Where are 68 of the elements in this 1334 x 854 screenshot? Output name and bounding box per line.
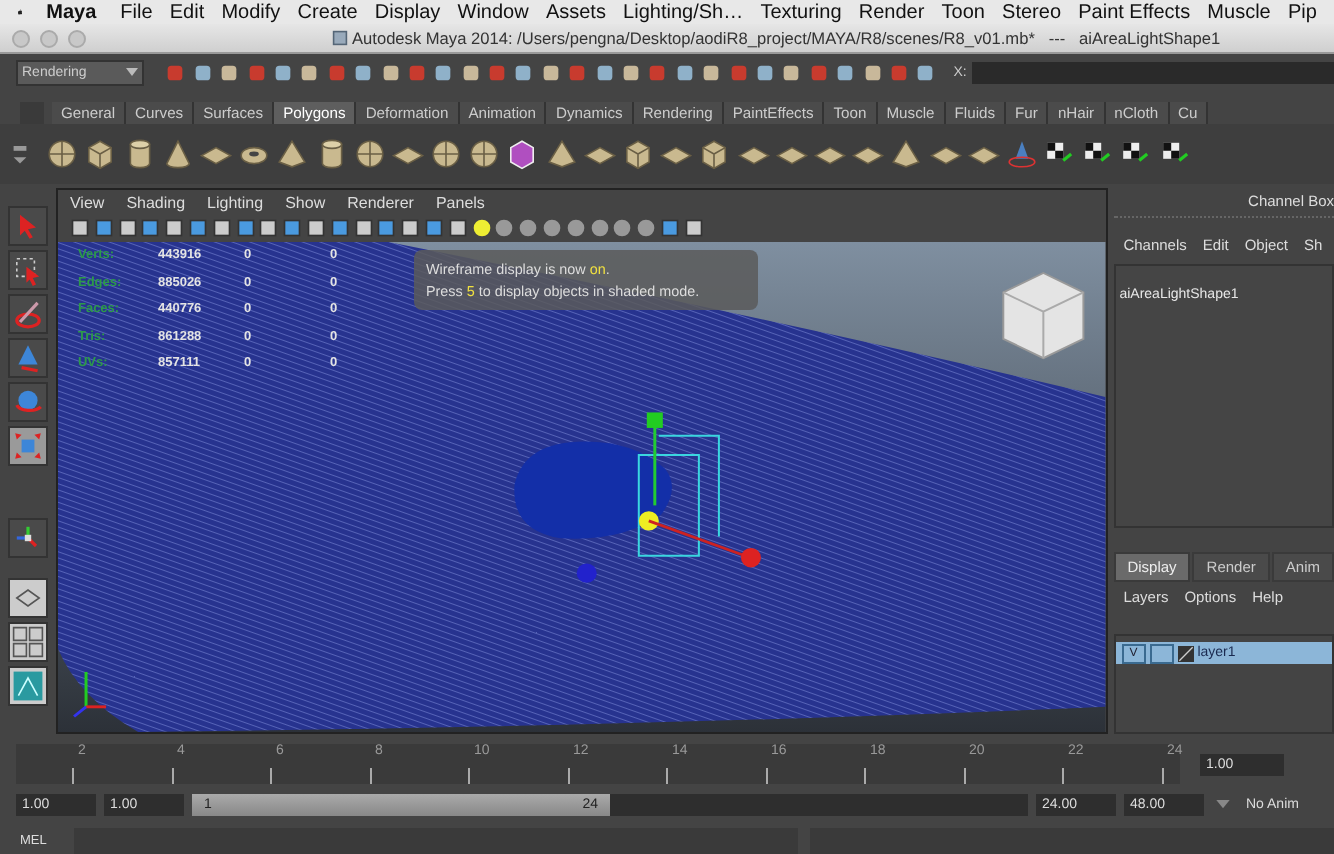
sphere-icon[interactable] (636, 218, 657, 238)
menu-item[interactable]: Toon (941, 1, 985, 23)
scale-tool-button[interactable] (7, 426, 48, 466)
panel-menu[interactable]: Lighting (207, 193, 264, 211)
caret-icon[interactable] (1216, 799, 1230, 809)
app-menu[interactable]: Maya (46, 1, 97, 23)
manipulator-tool-button[interactable] (7, 518, 48, 558)
panel-menu[interactable]: View (69, 193, 105, 211)
pyramid-icon[interactable] (276, 138, 309, 170)
paint-tool-button[interactable] (7, 294, 48, 334)
sphere-icon[interactable] (353, 138, 386, 170)
view-cube[interactable] (1002, 271, 1085, 360)
layout-button[interactable] (7, 578, 48, 618)
sphere-icon[interactable] (46, 138, 79, 170)
cube-icon[interactable] (622, 138, 654, 170)
panel-menu[interactable]: Renderer (347, 193, 414, 211)
pyramid-icon[interactable] (890, 138, 923, 170)
rotate-tool-button[interactable] (7, 382, 48, 422)
menu-item[interactable]: Stereo (1002, 1, 1062, 23)
move-tool-button[interactable] (7, 338, 48, 378)
document-icon (332, 30, 348, 46)
cube-icon[interactable] (84, 138, 117, 170)
sphere-icon[interactable] (589, 218, 610, 238)
scale-cube-icon (11, 430, 44, 462)
window-title: Autodesk Maya 2014: /Users/pengna/Desktop/aodiR8_project/MAYA/R8/scenes/R8_v01.mb* --- aiAreaLightShape1 (352, 28, 1221, 48)
menu-item[interactable]: Pip (1287, 1, 1317, 23)
sphere-icon[interactable] (612, 218, 633, 238)
layout-button[interactable] (7, 666, 48, 706)
panel-menu[interactable]: Panels (435, 193, 485, 211)
lasso-tool-button[interactable] (7, 250, 48, 290)
select-tool-button[interactable] (7, 206, 48, 246)
paint-brush-icon (11, 298, 44, 330)
panel-menu[interactable]: Show (285, 193, 326, 211)
light-bulb-icon[interactable] (471, 218, 492, 238)
sphere-icon[interactable] (468, 138, 501, 170)
shelf-options-icon[interactable] (12, 140, 28, 168)
menu-item[interactable]: Lighting/Sh… (623, 1, 744, 23)
outliner-icon (11, 670, 44, 702)
panel-menu[interactable]: Shading (126, 193, 186, 211)
menu-item[interactable]: Paint Effects (1078, 1, 1191, 23)
menu-item[interactable]: Assets (545, 1, 606, 23)
lasso-select-icon (11, 254, 44, 286)
axis-indicator (73, 671, 107, 718)
cube-icon[interactable] (698, 138, 731, 170)
menu-item[interactable]: Create (297, 1, 358, 23)
sphere-icon[interactable] (430, 138, 463, 170)
layout-button[interactable] (7, 622, 48, 662)
menu-item[interactable]: Texturing (760, 1, 842, 23)
menu-item[interactable]: Edit (169, 1, 205, 23)
menu-item[interactable]: Modify (221, 1, 281, 23)
sphere-icon[interactable] (494, 218, 515, 238)
pyramid-icon[interactable] (545, 138, 578, 170)
rotate-sphere-icon (11, 386, 44, 418)
menu-item[interactable]: Display (374, 1, 441, 23)
four-pane-layout-icon (11, 626, 44, 658)
menu-item[interactable]: Muscle (1207, 1, 1271, 23)
menu-item[interactable]: Window (457, 1, 529, 23)
cube-icon[interactable] (506, 138, 539, 170)
template-toggle[interactable] (1149, 643, 1174, 664)
layer-color-swatch-icon[interactable] (1177, 645, 1194, 662)
sphere-icon[interactable] (541, 218, 562, 238)
input-field[interactable] (971, 61, 1334, 83)
sphere-icon[interactable] (518, 218, 539, 238)
menu-item[interactable]: Render (858, 1, 925, 23)
caret-icon (126, 68, 138, 76)
sphere-icon[interactable] (565, 218, 586, 238)
cone-icon[interactable] (161, 138, 194, 170)
menu-item[interactable]: File (120, 1, 153, 23)
